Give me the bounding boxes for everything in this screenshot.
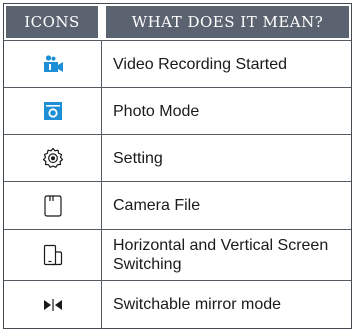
mirror-icon xyxy=(43,298,62,311)
icon-cell xyxy=(4,135,102,181)
header-icons: ICONS xyxy=(6,6,98,38)
icons-legend-table: ICONS WHAT DOES IT MEAN? Video Recording… xyxy=(3,3,352,329)
table-row: Camera File xyxy=(4,181,351,229)
sd-card-icon xyxy=(43,194,62,217)
meaning-text: Camera File xyxy=(113,197,201,214)
meaning-text: Horizontal and Vertical Screen Switching xyxy=(113,237,329,273)
gear-icon xyxy=(42,147,63,168)
table-row: Video Recording Started xyxy=(4,40,351,87)
table-row: Photo Mode xyxy=(4,87,351,134)
icon-cell xyxy=(4,230,102,280)
table-row: Setting xyxy=(4,134,351,181)
video-camera-icon xyxy=(43,55,63,72)
table-row: Switchable mirror mode xyxy=(4,280,351,328)
meaning-text: Switchable mirror mode xyxy=(113,296,282,313)
icon-cell xyxy=(4,182,102,229)
icon-cell xyxy=(4,88,102,134)
meaning-text: Setting xyxy=(113,149,163,167)
table-row: Horizontal and Vertical Screen Switching xyxy=(4,229,351,280)
screen-rotate-icon xyxy=(43,244,62,266)
meaning-text: Photo Mode xyxy=(113,102,200,120)
icon-cell xyxy=(4,281,102,328)
meaning-text: Video Recording Started xyxy=(113,55,288,73)
table-header: ICONS WHAT DOES IT MEAN? xyxy=(4,4,351,40)
header-meaning: WHAT DOES IT MEAN? xyxy=(106,6,349,38)
photo-camera-icon xyxy=(43,102,62,120)
icon-cell xyxy=(4,41,102,87)
